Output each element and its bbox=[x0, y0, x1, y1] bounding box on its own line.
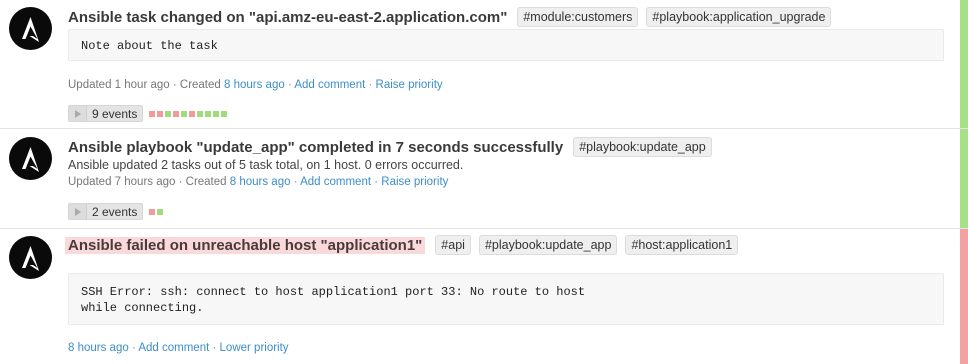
status-stripe bbox=[960, 0, 968, 128]
created-time-link[interactable]: 8 hours ago bbox=[68, 342, 129, 354]
event-status-dot bbox=[213, 110, 220, 117]
event-body: Ansible updated 2 tasks out of 5 task to… bbox=[68, 158, 464, 172]
event-status-dot bbox=[221, 110, 228, 117]
event-meta: 8 hours ago · Add comment · Lower priori… bbox=[68, 342, 289, 354]
event-status-dot bbox=[165, 110, 172, 117]
note-line: Note about the task bbox=[81, 39, 218, 53]
add-comment-link[interactable]: Add comment bbox=[138, 342, 209, 354]
event-dots bbox=[147, 208, 164, 215]
add-comment-link[interactable]: Add comment bbox=[300, 176, 371, 188]
tag[interactable]: #playbook:update_app bbox=[478, 235, 618, 255]
event-status-dot bbox=[205, 110, 212, 117]
raise-priority-link[interactable]: Raise priority bbox=[381, 176, 448, 188]
expand-events-button[interactable]: 2 events bbox=[68, 203, 144, 220]
event-status-dot bbox=[197, 110, 204, 117]
created-time-link[interactable]: 8 hours ago bbox=[224, 79, 285, 91]
event-status-dot bbox=[149, 110, 156, 117]
status-stripe bbox=[960, 129, 968, 228]
separator: · bbox=[290, 176, 301, 188]
tag[interactable]: #module:customers bbox=[517, 7, 639, 27]
event-title[interactable]: Ansible failed on unreachable host "appl… bbox=[65, 236, 426, 254]
ansible-logo-icon bbox=[9, 137, 52, 180]
event-meta: Updated 7 hours ago · Created 8 hours ag… bbox=[68, 176, 448, 188]
event-meta: Updated 1 hour ago · Created 8 hours ago… bbox=[68, 79, 443, 91]
expand-events-button[interactable]: 9 events bbox=[68, 105, 144, 122]
event-dots bbox=[147, 110, 228, 117]
separator: · bbox=[365, 79, 376, 91]
lower-priority-link[interactable]: Lower priority bbox=[220, 342, 289, 354]
separator: · bbox=[371, 176, 382, 188]
events-count: 9 events bbox=[92, 106, 138, 121]
status-stripe bbox=[960, 229, 968, 364]
separator: · bbox=[209, 342, 220, 354]
event-status-dot bbox=[149, 208, 156, 215]
separator: · bbox=[128, 342, 139, 354]
note-line: SSH Error: ssh: connect to host applicat… bbox=[81, 285, 586, 299]
updated-text: Updated 1 hour ago · Created bbox=[68, 79, 221, 91]
created-time-link[interactable]: 8 hours ago bbox=[230, 176, 291, 188]
event-title[interactable]: Ansible task changed on "api.amz-eu-east… bbox=[68, 9, 507, 26]
play-icon bbox=[69, 106, 87, 121]
add-comment-link[interactable]: Add comment bbox=[294, 79, 365, 91]
ansible-logo-icon bbox=[9, 7, 52, 50]
event-note: SSH Error: ssh: connect to host applicat… bbox=[68, 273, 944, 325]
note-line: while connecting. bbox=[81, 301, 204, 315]
event-status-dot bbox=[157, 208, 164, 215]
tag[interactable]: #host:application1 bbox=[625, 235, 739, 255]
tag[interactable]: #api bbox=[435, 235, 471, 255]
event-item: Ansible playbook "update_app" completed … bbox=[0, 129, 968, 229]
event-status-dot bbox=[181, 110, 188, 117]
event-item: Ansible failed on unreachable host "appl… bbox=[0, 229, 968, 364]
event-title[interactable]: Ansible playbook "update_app" completed … bbox=[68, 139, 563, 156]
updated-text: Updated 7 hours ago · Created bbox=[68, 176, 227, 188]
event-note: Note about the task bbox=[68, 29, 944, 61]
raise-priority-link[interactable]: Raise priority bbox=[376, 79, 443, 91]
event-status-dot bbox=[173, 110, 180, 117]
event-status-dot bbox=[157, 110, 164, 117]
event-item: Ansible task changed on "api.amz-eu-east… bbox=[0, 0, 968, 129]
tag[interactable]: #playbook:application_upgrade bbox=[646, 7, 832, 27]
tag[interactable]: #playbook:update_app bbox=[573, 137, 712, 157]
ansible-logo-icon bbox=[9, 236, 52, 279]
separator: · bbox=[284, 79, 295, 91]
events-count: 2 events bbox=[92, 204, 138, 219]
event-status-dot bbox=[189, 110, 196, 117]
play-icon bbox=[69, 204, 87, 219]
